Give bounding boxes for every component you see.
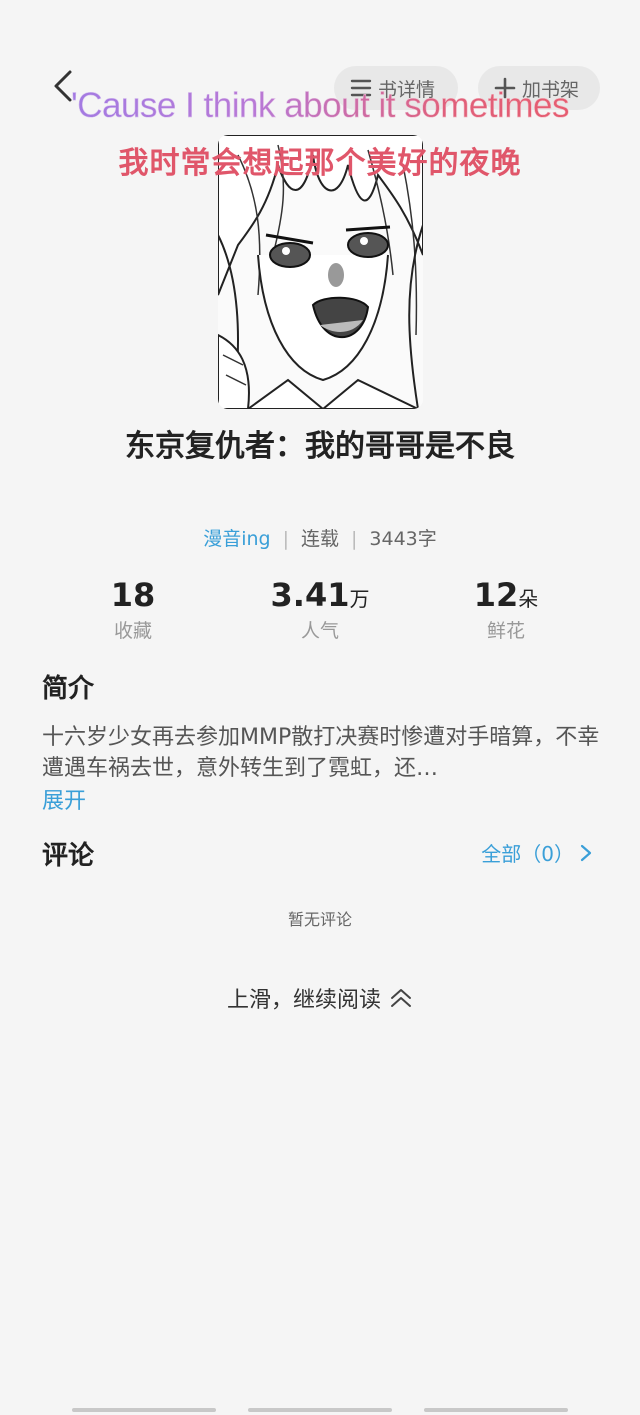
no-comments-text: 暂无评论: [287, 910, 352, 929]
book-status: 连载: [301, 528, 340, 550]
comments-heading: 评论: [42, 841, 95, 871]
stat-favorites: 18 收藏: [43, 576, 223, 643]
author-link[interactable]: 漫音ing: [203, 528, 270, 550]
all-comments-link[interactable]: 全部（0）: [481, 838, 594, 867]
bottom-indicator: [248, 1408, 392, 1412]
stat-value: 3.41: [270, 576, 350, 614]
intro-heading: 简介: [42, 674, 95, 704]
continue-reading[interactable]: 上滑，继续阅读: [0, 982, 640, 1014]
bottom-indicator: [72, 1408, 216, 1412]
lyric-english: 'Cause I think about it sometimes: [0, 86, 640, 126]
chevron-right-icon: [580, 844, 592, 861]
bottom-indicator: [424, 1408, 568, 1412]
double-chevron-up-icon: [391, 989, 411, 1007]
book-detail-page: 书详情 加书架 'Cause I think about it sometime…: [0, 0, 640, 1415]
meta-divider: |: [282, 528, 289, 550]
stat-label: 人气: [300, 620, 339, 642]
intro-text: 十六岁少女再去参加MMP散打决赛时惨遭对手暗算，不幸遭遇车祸去世，意外转生到了霓…: [42, 725, 600, 781]
expand-intro-link[interactable]: 展开: [42, 783, 86, 815]
stat-value: 12: [473, 576, 519, 614]
meta-divider: |: [351, 528, 358, 550]
stat-label: 收藏: [113, 620, 152, 642]
word-count: 3443字: [369, 528, 437, 550]
stat-flowers: 12朵 鲜花: [416, 576, 596, 643]
stat-value: 18: [110, 576, 156, 614]
lyric-chinese: 我时常会想起那个美好的夜晚: [118, 146, 522, 181]
book-title: 东京复仇者：我的哥哥是不良: [125, 429, 515, 464]
stat-unit: 万: [349, 587, 370, 611]
continue-reading-label: 上滑，继续阅读: [226, 988, 381, 1013]
stat-label: 鲜花: [486, 620, 525, 642]
book-meta: 漫音ing | 连载 | 3443字: [0, 524, 640, 551]
stat-popularity: 3.41万 人气: [230, 576, 410, 643]
all-comments-label: 全部（0）: [481, 842, 574, 866]
stat-unit: 朵: [518, 587, 539, 611]
